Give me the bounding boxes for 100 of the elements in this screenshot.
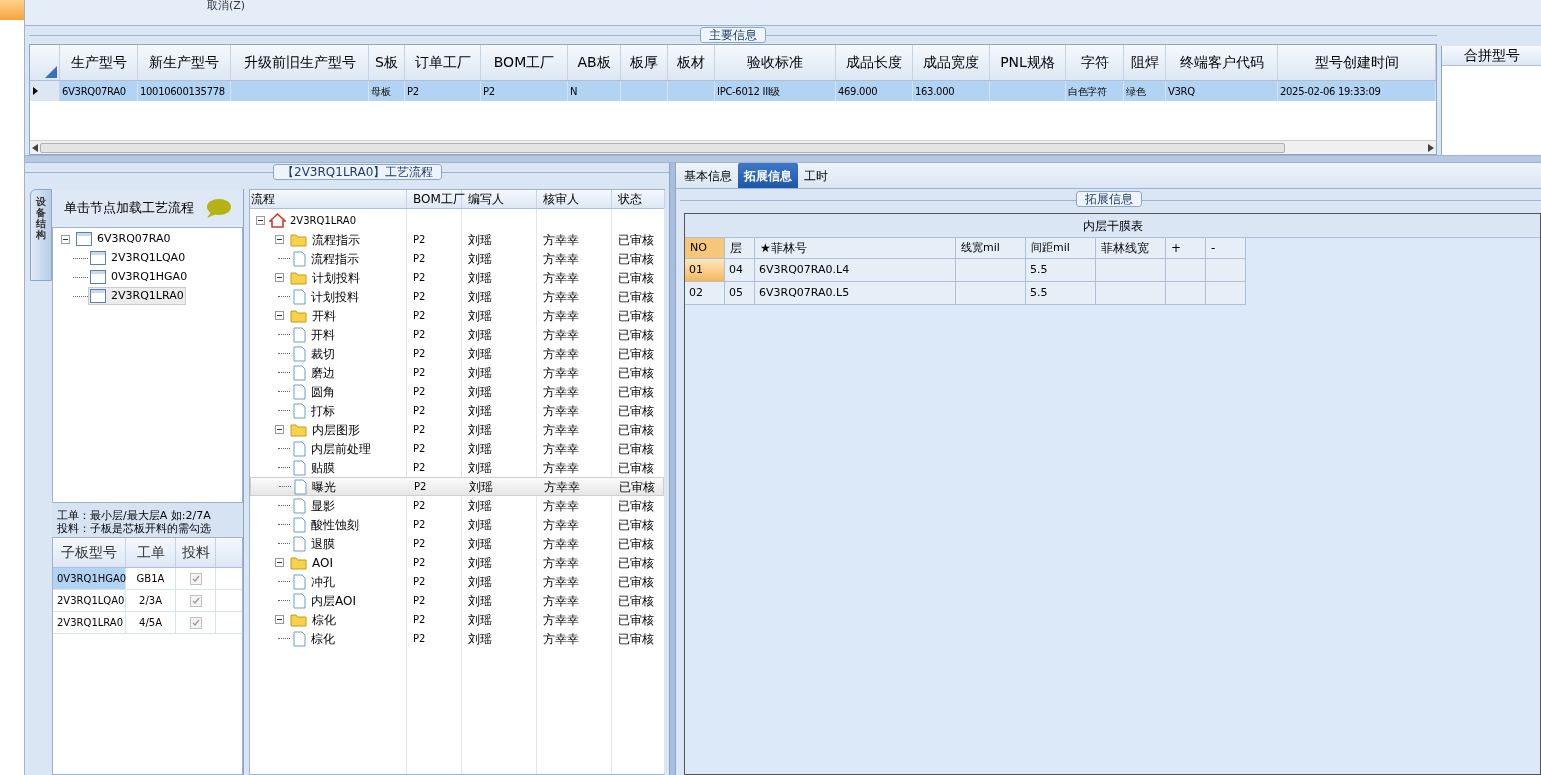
tree-item[interactable]: 2V3RQ1LQA0 (88, 248, 188, 268)
tab[interactable]: 基本信息 (678, 163, 738, 188)
process-row[interactable]: 裁切 P2 刘瑶 方幸幸 已审核 (250, 344, 664, 363)
tree-item[interactable]: 2V3RQ1LRA0 (290, 213, 357, 228)
table-cell-text: 刘瑶 (468, 288, 492, 306)
checkbox[interactable] (189, 594, 202, 607)
process-row[interactable]: 贴膜 P2 刘瑶 方幸幸 已审核 (250, 458, 664, 477)
process-row[interactable]: 显影 P2 刘瑶 方幸幸 已审核 (250, 496, 664, 515)
process-row[interactable]: 计划投料 P2 刘瑶 方幸幸 已审核 (250, 287, 664, 306)
process-row[interactable]: 退膜 P2 刘瑶 方幸幸 已审核 (250, 534, 664, 553)
document-icon (293, 402, 306, 419)
table-cell: 6V3RQ07RA0.L5 (755, 282, 956, 305)
table-cell[interactable]: 0V3RQ1HGA0 (53, 568, 126, 589)
folder-icon (290, 555, 307, 570)
column-header[interactable]: 核审人 (537, 190, 612, 208)
column-header[interactable]: 字符 (1066, 45, 1124, 80)
group-title: 【2V3RQ1LRA0】工艺流程 (273, 164, 443, 180)
column-header[interactable]: + (1166, 238, 1206, 259)
column-header[interactable]: AB板 (568, 45, 621, 80)
table-cell[interactable]: 2V3RQ1LQA0 (53, 590, 126, 611)
column-header[interactable]: PNL规格 (990, 45, 1066, 80)
tree-item[interactable]: 2V3RQ1LRA0 (88, 286, 186, 306)
table-cell-text: 方幸幸 (543, 421, 579, 439)
column-header[interactable]: 订单工厂 (405, 45, 481, 80)
process-row[interactable]: 曝光 P2 刘瑶 方幸幸 已审核 (250, 477, 664, 496)
process-row[interactable]: 计划投料 P2 刘瑶 方幸幸 已审核 (250, 268, 664, 287)
column-header[interactable]: - (1206, 238, 1246, 259)
collapse-icon[interactable] (61, 234, 70, 244)
column-header[interactable]: 终端客户代码 (1166, 45, 1278, 80)
column-header[interactable]: 线宽mil (956, 238, 1026, 259)
horizontal-scrollbar[interactable] (30, 140, 1436, 154)
table-cell-text: 方幸幸 (543, 402, 579, 420)
process-row[interactable]: 内层前处理 P2 刘瑶 方幸幸 已审核 (250, 439, 664, 458)
checkbox[interactable] (189, 572, 202, 585)
process-row[interactable]: 内层图形 P2 刘瑶 方幸幸 已审核 (250, 420, 664, 439)
cancel-button[interactable]: 取消(Z) (207, 0, 246, 12)
column-header[interactable]: 间距mil (1026, 238, 1096, 259)
collapse-icon[interactable] (275, 615, 284, 624)
column-header[interactable]: 投料 (176, 538, 216, 567)
process-row[interactable]: 开料 P2 刘瑶 方幸幸 已审核 (250, 306, 664, 325)
process-row[interactable]: 内层AOI P2 刘瑶 方幸幸 已审核 (250, 591, 664, 610)
column-header[interactable]: 板材 (668, 45, 715, 80)
table-cell[interactable]: 2V3RQ1LRA0 (53, 612, 126, 633)
table-cell (1096, 259, 1166, 282)
collapse-icon[interactable] (275, 235, 284, 244)
column-header[interactable]: 板厚 (621, 45, 668, 80)
column-header[interactable]: 子板型号 (53, 538, 126, 567)
process-row[interactable]: 棕化 P2 刘瑶 方幸幸 已审核 (250, 629, 664, 648)
column-header[interactable]: 阻焊 (1124, 45, 1166, 80)
table-cell-text: 刘瑶 (469, 478, 493, 496)
column-header[interactable]: 菲林线宽 (1096, 238, 1166, 259)
process-row[interactable]: 磨边 P2 刘瑶 方幸幸 已审核 (250, 363, 664, 382)
tab[interactable]: 拓展信息 (738, 163, 798, 188)
process-row[interactable]: 开料 P2 刘瑶 方幸幸 已审核 (250, 325, 664, 344)
table-cell-text: 刘瑶 (468, 402, 492, 420)
column-header[interactable]: 升级前旧生产型号 (231, 45, 369, 80)
table-row[interactable]: 6V3RQ07RA0 10010600135778 母板 P2 P2 N IPC-6012 III级 469.000 163.000 白色字符 绿色 V3RQ 2025-02-06 19:33:09 (30, 81, 1436, 101)
table-cell (1166, 282, 1206, 305)
table-cell-text: 刘瑶 (468, 326, 492, 344)
collapse-icon[interactable] (275, 311, 284, 320)
tree-label: 棕化 (312, 611, 336, 629)
tab[interactable]: 工时 (798, 163, 834, 188)
process-row[interactable]: 圆角 P2 刘瑶 方幸幸 已审核 (250, 382, 664, 401)
tree-item[interactable]: 6V3RQ07RA0 (95, 230, 173, 248)
column-header[interactable]: 成品长度 (836, 45, 913, 80)
column-header[interactable]: ★菲林号 (755, 238, 956, 259)
checkbox[interactable] (189, 616, 202, 629)
column-header[interactable]: 成品宽度 (913, 45, 990, 80)
column-header[interactable]: 型号创建时间 (1278, 45, 1436, 80)
side-tab[interactable]: 设备结构 (30, 189, 52, 281)
tree-label: 贴膜 (311, 459, 335, 477)
process-row[interactable]: 流程指示 P2 刘瑶 方幸幸 已审核 (250, 230, 664, 249)
process-row[interactable]: 流程指示 P2 刘瑶 方幸幸 已审核 (250, 249, 664, 268)
column-header[interactable]: 新生产型号 (138, 45, 231, 80)
column-header[interactable]: NO (685, 238, 725, 259)
column-header[interactable]: 工单 (126, 538, 176, 567)
table-cell-text: GB1A (136, 572, 165, 586)
column-header[interactable]: 层 (725, 238, 755, 259)
process-row[interactable]: AOI P2 刘瑶 方幸幸 已审核 (250, 553, 664, 572)
table-cell-text: N (570, 84, 578, 99)
process-row[interactable]: 酸性蚀刻 P2 刘瑶 方幸幸 已审核 (250, 515, 664, 534)
row-header[interactable]: 01 (685, 259, 725, 282)
collapse-icon[interactable] (256, 216, 265, 225)
table-cell: 5.5 (1026, 282, 1096, 305)
collapse-icon[interactable] (275, 425, 284, 434)
column-header[interactable]: 生产型号 (60, 45, 138, 80)
column-header[interactable]: S板 (369, 45, 405, 80)
collapse-icon[interactable] (275, 558, 284, 567)
column-header[interactable]: BOM工厂 (481, 45, 568, 80)
column-header[interactable]: 验收标准 (715, 45, 836, 80)
scroll-left-icon[interactable] (32, 143, 38, 152)
process-row[interactable]: 棕化 P2 刘瑶 方幸幸 已审核 (250, 610, 664, 629)
row-header[interactable]: 02 (685, 282, 725, 305)
tree-item[interactable]: 0V3RQ1HGA0 (88, 267, 190, 287)
column-header[interactable]: 流程 (250, 190, 407, 208)
collapse-icon[interactable] (275, 273, 284, 282)
process-row[interactable]: 冲孔 P2 刘瑶 方幸幸 已审核 (250, 572, 664, 591)
process-row[interactable]: 打标 P2 刘瑶 方幸幸 已审核 (250, 401, 664, 420)
scroll-right-icon[interactable] (1428, 143, 1434, 152)
column-header[interactable]: 状态 (612, 190, 665, 208)
